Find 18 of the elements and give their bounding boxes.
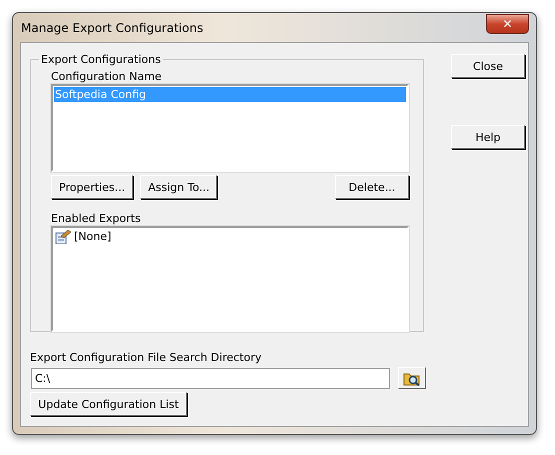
exports-list[interactable]: [None]: [51, 226, 409, 332]
close-button[interactable]: ✕: [486, 14, 529, 34]
document-pencil-icon: [55, 230, 71, 244]
group-title: Export Configurations: [40, 53, 162, 66]
side-button[interactable]: Close: [451, 54, 525, 78]
action-button[interactable]: Properties...: [51, 175, 134, 199]
folder-search-icon: [403, 370, 421, 386]
list-item[interactable]: [None]: [54, 229, 406, 244]
window-title: Manage Export Configurations: [20, 20, 204, 34]
update-list-button[interactable]: Update Configuration List: [30, 392, 187, 416]
list-label: Enabled Exports: [51, 212, 142, 226]
field-label: Export Configuration File Search Directory: [30, 351, 262, 365]
list-label: Configuration Name: [51, 70, 163, 84]
side-button[interactable]: Help: [451, 125, 525, 149]
browse-button[interactable]: [398, 367, 426, 389]
directory-field[interactable]: C:\: [31, 368, 390, 388]
action-button[interactable]: Delete...: [335, 175, 409, 199]
action-button[interactable]: Assign To...: [140, 175, 218, 199]
